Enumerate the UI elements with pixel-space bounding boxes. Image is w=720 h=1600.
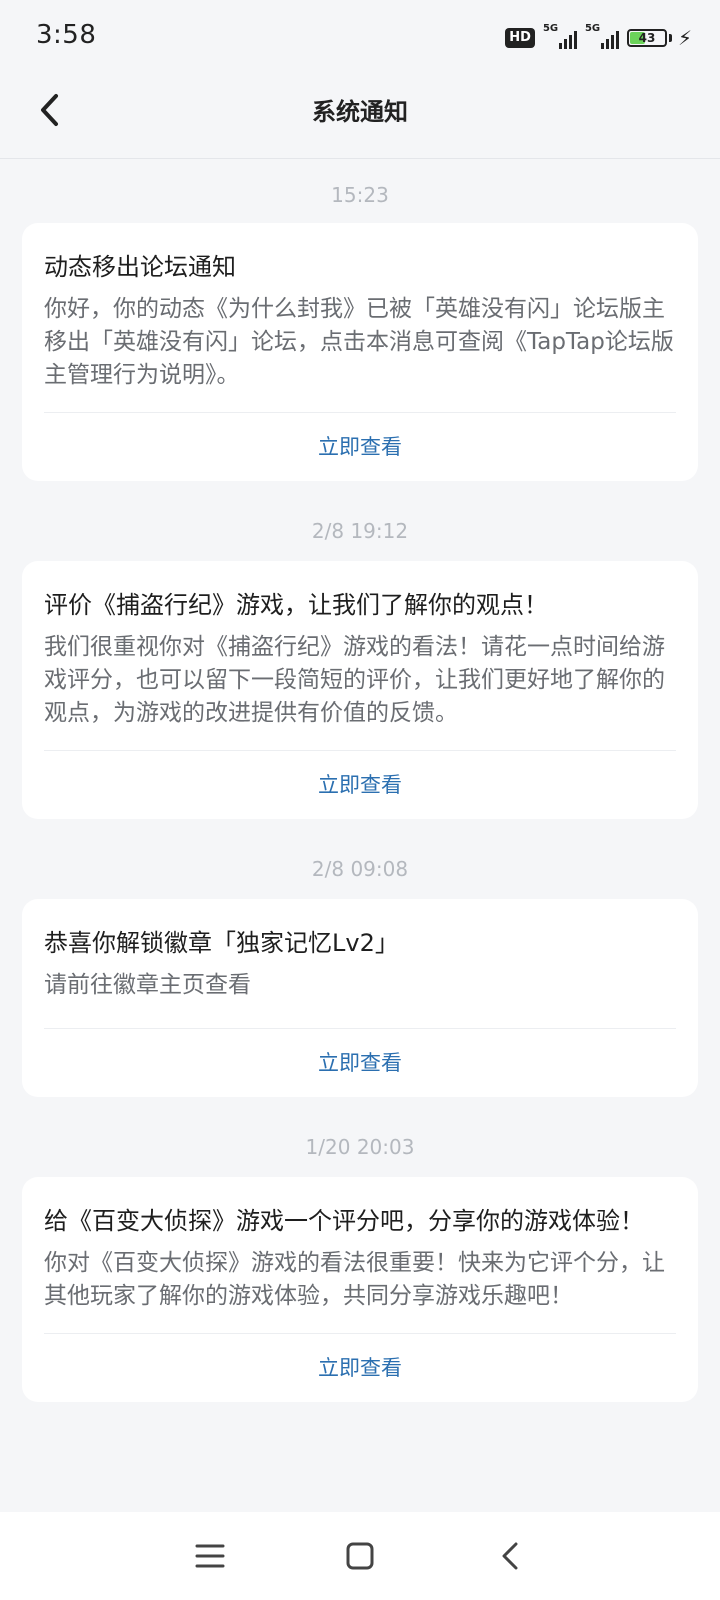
menu-icon [195,1544,225,1568]
home-button[interactable] [340,1536,380,1576]
status-bar: 3:58 HD 5G 5G 43 ⚡ [0,0,720,76]
battery-level: 43 [638,31,656,45]
notification-card[interactable]: 恭喜你解锁徽章「独家记忆Lv2」 请前往徽章主页查看 立即查看 [22,899,698,1097]
notification-body: 请前往徽章主页查看 [44,969,676,1029]
system-nav-bar [0,1512,720,1600]
status-time: 3:58 [36,20,97,50]
notification-title: 给《百变大侦探》游戏一个评分吧，分享你的游戏体验！ [44,1207,644,1235]
home-square-icon [346,1542,374,1570]
signal-label: 5G [542,23,559,34]
notification-list: 15:23 动态移出论坛通知 你好，你的动态《为什么封我》已被「英雄没有闪」论坛… [0,159,720,1402]
notification-card[interactable]: 动态移出论坛通知 你好，你的动态《为什么封我》已被「英雄没有闪」论坛版主移出「英… [22,223,698,481]
status-icons: HD 5G 5G 43 ⚡ [505,23,692,52]
battery-icon: 43 [626,29,667,47]
hd-voice-icon: HD [505,28,535,48]
notification-card[interactable]: 评价《捕盗行纪》游戏，让我们了解你的观点！ 我们很重视你对《捕盗行纪》游戏的看法… [22,561,698,819]
header: 系统通知 [0,76,720,159]
signal-label: 5G [584,23,601,34]
notification-title: 动态移出论坛通知 [44,253,236,281]
notification-time: 1/20 20:03 [305,1135,415,1159]
signal-5g-icon: 5G [543,23,577,49]
notification-card[interactable]: 给《百变大侦探》游戏一个评分吧，分享你的游戏体验！ 你对《百变大侦探》游戏的看法… [22,1177,698,1402]
battery-tip [668,34,672,42]
page-title: 系统通知 [312,98,408,126]
signal-5g-icon: 5G [585,23,619,49]
back-triangle-icon [502,1542,518,1570]
menu-button[interactable] [190,1536,230,1576]
view-now-button[interactable]: 立即查看 [44,751,676,819]
notification-title: 评价《捕盗行纪》游戏，让我们了解你的观点！ [44,591,548,619]
notification-time: 2/8 19:12 [311,519,409,543]
charging-bolt-icon: ⚡ [677,26,692,50]
notification-time: 15:23 [331,183,389,207]
view-now-button[interactable]: 立即查看 [44,1334,676,1402]
notification-time: 2/8 09:08 [311,857,409,881]
view-now-button[interactable]: 立即查看 [44,413,676,481]
back-nav-button[interactable] [490,1536,530,1576]
notification-body: 你对《百变大侦探》游戏的看法很重要！快来为它评个分，让其他玩家了解你的游戏体验，… [44,1247,676,1334]
notification-body: 我们很重视你对《捕盗行纪》游戏的看法！请花一点时间给游戏评分，也可以留下一段简短… [44,631,676,751]
notification-body: 你好，你的动态《为什么封我》已被「英雄没有闪」论坛版主移出「英雄没有闪」论坛，点… [44,293,676,413]
view-now-button[interactable]: 立即查看 [44,1029,676,1097]
notification-title: 恭喜你解锁徽章「独家记忆Lv2」 [44,929,399,957]
